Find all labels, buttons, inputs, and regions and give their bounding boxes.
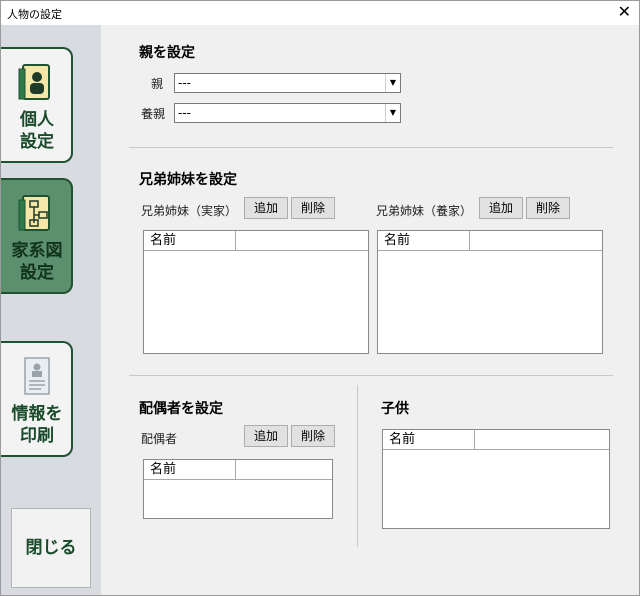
divider [357, 385, 358, 547]
delete-real-sibling-button[interactable]: 削除 [291, 197, 335, 219]
close-button[interactable]: 閉じる [11, 508, 91, 588]
window-title: 人物の設定 [7, 8, 62, 21]
chevron-down-icon[interactable]: ▼ [385, 104, 400, 122]
sidebar-item-label: 家系図 設定 [11, 241, 63, 283]
children-section-title: 子供 [381, 401, 409, 417]
divider [129, 147, 613, 148]
spouse-section-title: 配偶者を設定 [139, 401, 223, 417]
sidebar-item-label: 個人 設定 [20, 110, 54, 152]
foster-parent-select-value: --- [178, 106, 191, 120]
sidebar-item-personal[interactable]: 個人 設定 [1, 47, 73, 163]
family-tree-icon [18, 195, 50, 231]
settings-window: 人物の設定 ✕ 個人 設定 家系図 設定 情報を 印刷 閉じる 親を設定 親 -… [0, 0, 640, 596]
real-siblings-list[interactable]: 名前 [143, 230, 369, 354]
add-foster-sibling-button[interactable]: 追加 [479, 197, 523, 219]
list-header: 名前 [383, 430, 609, 450]
chevron-down-icon[interactable]: ▼ [385, 74, 400, 92]
add-real-sibling-button[interactable]: 追加 [244, 197, 288, 219]
person-book-icon [18, 64, 50, 100]
spouse-list[interactable]: 名前 [143, 459, 333, 519]
parent-select[interactable]: --- ▼ [174, 73, 401, 93]
delete-foster-sibling-button[interactable]: 削除 [526, 197, 570, 219]
foster-siblings-label: 兄弟姉妹（養家） [376, 204, 473, 218]
name-column-header[interactable]: 名前 [378, 231, 470, 250]
title-bar: 人物の設定 ✕ [1, 1, 639, 25]
list-header: 名前 [378, 231, 602, 251]
parent-select-value: --- [178, 76, 191, 90]
list-header: 名前 [144, 231, 368, 251]
foster-parent-select[interactable]: --- ▼ [174, 103, 401, 123]
name-column-header[interactable]: 名前 [383, 430, 475, 449]
list-header: 名前 [144, 460, 332, 480]
children-list[interactable]: 名前 [382, 429, 610, 529]
name-column-header[interactable]: 名前 [144, 460, 236, 479]
delete-spouse-button[interactable]: 削除 [291, 425, 335, 447]
name-column-header[interactable]: 名前 [144, 231, 236, 250]
close-icon[interactable]: ✕ [618, 3, 631, 21]
divider [129, 375, 613, 376]
spouse-label: 配偶者 [141, 432, 178, 446]
siblings-section-title: 兄弟姉妹を設定 [139, 172, 237, 188]
foster-parent-label: 養親 [141, 107, 166, 121]
parents-section-title: 親を設定 [139, 45, 195, 61]
real-siblings-label: 兄弟姉妹（実家） [141, 204, 238, 218]
document-icon [24, 357, 50, 395]
sidebar-item-print[interactable]: 情報を 印刷 [1, 341, 73, 457]
foster-siblings-list[interactable]: 名前 [377, 230, 603, 354]
add-spouse-button[interactable]: 追加 [244, 425, 288, 447]
parent-label: 親 [151, 77, 164, 91]
sidebar: 個人 設定 家系図 設定 情報を 印刷 閉じる [1, 25, 101, 595]
sidebar-item-label: 情報を 印刷 [11, 404, 63, 446]
sidebar-item-family-tree[interactable]: 家系図 設定 [1, 178, 73, 294]
